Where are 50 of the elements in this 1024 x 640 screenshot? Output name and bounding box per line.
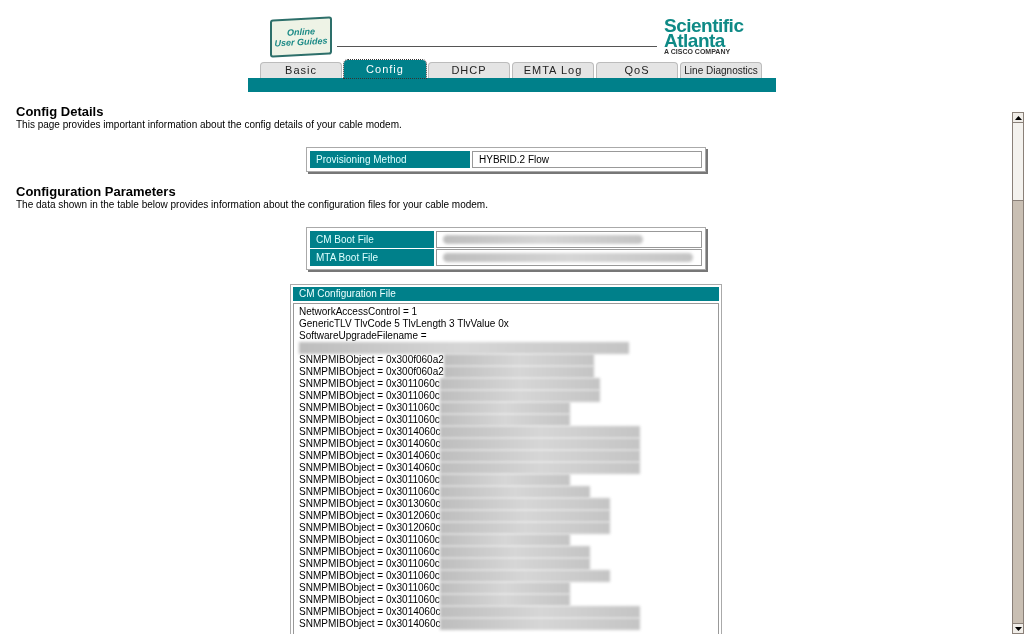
- section-heading: Config Details: [16, 104, 105, 119]
- guide-book-logo[interactable]: Online User Guides: [270, 16, 332, 58]
- logo-text: User Guides: [274, 35, 328, 49]
- nav-tab[interactable]: Line Diagnostics: [680, 62, 762, 78]
- config-line: SNMPMIBObject = 0x3012060c: [299, 510, 441, 522]
- config-line: GenericTLV TlvCode 5 TlvLength 3 TlvValue 0x: [299, 318, 509, 330]
- config-line: SNMPMIBObject = 0x3013060c: [299, 498, 441, 510]
- config-line: SNMPMIBObject = 0x3011060c: [299, 534, 440, 546]
- brand-logo-text: Atlanta: [664, 33, 726, 48]
- config-line: SNMPMIBObject = 0x3011060c: [299, 594, 440, 606]
- nav-tab[interactable]: QoS: [596, 62, 678, 78]
- config-line: SNMPMIBObject = 0x300f060a2: [299, 354, 444, 366]
- config-line: SNMPMIBObject = 0x3011060c: [299, 390, 440, 402]
- config-line: SNMPMIBObject = 0x300f060a2: [299, 366, 444, 378]
- config-line: SNMPMIBObject = 0x3014060c: [299, 462, 441, 474]
- table-value-cell: HYBRID.2 Flow: [472, 151, 702, 168]
- section-description: This page provides important information about the config details of your cable modem.: [16, 119, 403, 131]
- section-heading: Configuration Parameters: [16, 184, 177, 199]
- scroll-down-icon[interactable]: [1013, 623, 1023, 633]
- nav-tab[interactable]: Config: [344, 60, 426, 78]
- config-line: SNMPMIBObject = 0x3011060c: [299, 378, 440, 390]
- config-line: SNMPMIBObject = 0x3011060c: [299, 402, 440, 414]
- config-line: SNMPMIBObject = 0x3011060c: [299, 582, 440, 594]
- nav-tab[interactable]: DHCP: [428, 62, 510, 78]
- table-label-cell: MTA Boot File: [310, 249, 434, 266]
- config-line: SNMPMIBObject = 0x3011060c: [299, 570, 440, 582]
- config-line: SNMPMIBObject = 0x3011060c: [299, 558, 440, 570]
- config-line: SNMPMIBObject = 0x3014060c: [299, 438, 441, 450]
- config-line: SNMPMIBObject = 0x3014060c: [299, 426, 441, 438]
- config-line: SNMPMIBObject = 0x3011060c: [299, 414, 440, 426]
- config-line: SNMPMIBObject = 0x3012060c: [299, 522, 441, 534]
- config-line: SNMPMIBObject = 0x3011060c: [299, 486, 440, 498]
- config-line: SNMPMIBObject = 0x3014060c: [299, 618, 441, 630]
- config-line: SoftwareUpgradeFilename =: [299, 330, 427, 342]
- config-line: SNMPMIBObject = 0x3014060c: [299, 606, 441, 618]
- panel-title: CM Configuration File: [293, 287, 719, 301]
- logo-text: Online: [287, 26, 315, 38]
- nav-tab[interactable]: EMTA Log: [512, 62, 594, 78]
- table-label-cell: CM Boot File: [310, 231, 434, 248]
- scrollbar[interactable]: [1012, 112, 1024, 634]
- section-description: The data shown in the table below provides information about the configuration files for your cable modem.: [16, 199, 489, 211]
- scroll-thumb[interactable]: [1013, 123, 1023, 201]
- config-line: SNMPMIBObject = 0x3011060c: [299, 546, 440, 558]
- table-label-cell: Provisioning Method: [310, 151, 470, 168]
- brand-logo-text: Scientific: [664, 18, 744, 33]
- config-line: SNMPMIBObject = 0x3014060c: [299, 450, 441, 462]
- scroll-up-icon[interactable]: [1013, 113, 1023, 123]
- nav-tab[interactable]: Basic: [260, 62, 342, 78]
- config-line: NetworkAccessControl = 1: [299, 306, 418, 318]
- config-line: SNMPMIBObject = 0x3011060c: [299, 474, 440, 486]
